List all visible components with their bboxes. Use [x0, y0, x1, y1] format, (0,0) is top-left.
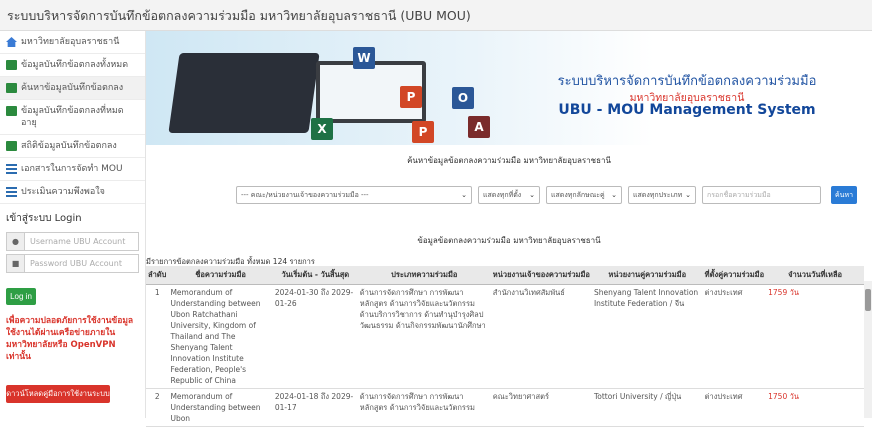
sidebar-item-all-mou[interactable]: ข้อมูลบันทึกข้อตกลงทั้งหมด	[0, 54, 145, 77]
location-select[interactable]: แสดงทุกที่ตั้ง ⌄	[478, 186, 540, 204]
outlook-icon: O	[452, 87, 474, 109]
table-row[interactable]: 1 Memorandum of Understanding between Ub…	[146, 284, 864, 389]
calendar-icon	[6, 83, 17, 93]
row-number: 1	[146, 284, 169, 389]
search-button[interactable]: ค้นหา	[831, 186, 857, 204]
mou-dates: 2024-01-18 ถึง 2029-01-17	[272, 388, 358, 427]
results-title: ข้อมูลข้อตกลงความร่วมมือ มหาวิทยาลัยอุบล…	[417, 236, 601, 245]
manual-download-button[interactable]: ดาวน์โหลดคู่มือการใช้งานระบบ	[6, 385, 110, 403]
mou-table: ลำดับ ชื่อความร่วมมือ วันเริ่มต้น - วันส…	[146, 266, 864, 427]
sidebar-item-label: สถิติข้อมูลบันทึกข้อตกลง	[21, 141, 117, 151]
sidebar-item-statistics[interactable]: สถิติข้อมูลบันทึกข้อตกลง	[0, 135, 145, 158]
list-icon	[6, 164, 17, 174]
sidebar-item-label: มหาวิทยาลัยอุบลราชธานี	[21, 37, 120, 47]
username-placeholder: Username UBU Account	[30, 237, 126, 246]
username-field[interactable]: ● Username UBU Account	[6, 232, 139, 251]
chevron-down-icon: ⌄	[461, 191, 467, 199]
table-header: ลำดับ ชื่อความร่วมมือ วันเริ่มต้น - วันส…	[146, 266, 864, 285]
banner: W P O X P A ระบบบริหารจัดการบันทึกข้อตกล…	[146, 31, 872, 145]
column-header[interactable]: ที่ตั้งคู่ความร่วมมือ	[702, 266, 767, 285]
column-header[interactable]: วันเริ่มต้น - วันสิ้นสุด	[272, 266, 358, 285]
sidebar-item-search-mou[interactable]: ค้นหาข้อมูลบันทึกข้อตกลง	[0, 77, 145, 100]
partner-type-select[interactable]: แสดงทุกลักษณะคู่ ⌄	[546, 186, 622, 204]
calendar-icon	[6, 60, 17, 70]
banner-title-th: ระบบบริหารจัดการบันทึกข้อตกลงความร่วมมือ	[557, 74, 817, 89]
sidebar-item-label: ข้อมูลบันทึกข้อตกลงทั้งหมด	[21, 60, 129, 70]
password-field[interactable]: ■ Password UBU Account	[6, 254, 139, 273]
chevron-down-icon: ⌄	[529, 191, 535, 199]
banner-title-en: UBU - MOU Management System	[558, 102, 816, 118]
mou-partner: Shenyang Talent Innovation Institute Fed…	[591, 284, 703, 389]
mou-owner: สำนักงานวิเทศสัมพันธ์	[490, 284, 592, 389]
lock-icon: ■	[7, 255, 25, 272]
sidebar-item-label: ค้นหาข้อมูลบันทึกข้อตกลง	[21, 83, 124, 93]
mou-types: ด้านการจัดการศึกษา การพัฒนาหลักสูตร ด้าน…	[357, 388, 491, 427]
sidebar-item-documents[interactable]: เอกสารในการจัดทำ MOU	[0, 158, 145, 181]
column-header[interactable]: จำนวนวันที่เหลือ	[766, 266, 864, 285]
mou-days-left: 1759 วัน	[766, 284, 864, 389]
mou-days-left: 1750 วัน	[766, 388, 864, 427]
calendar-icon	[6, 141, 17, 151]
document-icon: A	[468, 116, 490, 138]
excel-icon: X	[311, 118, 333, 140]
sidebar-item-expired-mou[interactable]: ข้อมูลบันทึกข้อตกลงที่หมดอายุ	[0, 100, 145, 135]
mou-dates: 2024-01-30 ถึง 2029-01-26	[272, 284, 358, 389]
row-number: 2	[146, 388, 169, 427]
agency-select-value: --- คณะ/หน่วยงานเจ้าของความร่วมมือ ---	[241, 190, 369, 199]
login-button[interactable]: Log in	[6, 288, 36, 305]
column-header[interactable]: หน่วยงานคู่ความร่วมมือ	[591, 266, 703, 285]
sidebar-item-satisfaction[interactable]: ประเมินความพึงพอใจ	[0, 181, 145, 204]
mou-partner: Tottori University / ญี่ปุ่น	[591, 388, 703, 427]
password-placeholder: Password UBU Account	[30, 259, 122, 268]
column-header[interactable]: ประเภทความร่วมมือ	[357, 266, 491, 285]
column-header[interactable]: ลำดับ	[146, 266, 169, 285]
list-icon	[6, 187, 17, 197]
powerpoint-icon: P	[400, 86, 422, 108]
mou-location: ต่างประเทศ	[702, 388, 767, 427]
word-icon: W	[353, 47, 375, 69]
sidebar-item-label: ประเมินความพึงพอใจ	[21, 187, 105, 197]
window-title: ระบบบริหารจัดการบันทึกข้อตกลงความร่วมมือ…	[0, 0, 872, 31]
cooperation-type-select-value: แสดงทุกประเภท	[633, 190, 683, 199]
column-header[interactable]: ชื่อความร่วมมือ	[168, 266, 273, 285]
laptop-illustration	[168, 53, 320, 133]
mou-name: Memorandum of Understanding between Ubon	[168, 388, 273, 427]
partner-type-select-value: แสดงทุกลักษณะคู่	[551, 190, 605, 199]
mou-owner: คณะวิทยาศาสตร์	[490, 388, 592, 427]
column-header[interactable]: หน่วยงานเจ้าของความร่วมมือ	[490, 266, 592, 285]
user-icon: ●	[7, 233, 25, 250]
calendar-icon	[6, 106, 17, 116]
location-select-value: แสดงทุกที่ตั้ง	[483, 190, 522, 199]
mou-location: ต่างประเทศ	[702, 284, 767, 389]
chevron-down-icon: ⌄	[611, 191, 617, 199]
chevron-down-icon: ⌄	[685, 191, 691, 199]
mou-types: ด้านการจัดการศึกษา การพัฒนาหลักสูตร ด้าน…	[357, 284, 491, 389]
cooperation-type-select[interactable]: แสดงทุกประเภท ⌄	[628, 186, 696, 204]
keyword-placeholder: กรอกชื่อความร่วมมือ	[707, 190, 771, 199]
sidebar-item-label: เอกสารในการจัดทำ MOU	[21, 164, 123, 174]
mou-name: Memorandum of Understanding between Ubon…	[168, 284, 273, 389]
table-row[interactable]: 2 Memorandum of Understanding between Ub…	[146, 388, 864, 427]
main-content: W P O X P A ระบบบริหารจัดการบันทึกข้อตกล…	[146, 31, 872, 427]
sidebar: มหาวิทยาลัยอุบลราชธานี ข้อมูลบันทึกข้อตก…	[0, 31, 146, 418]
agency-select[interactable]: --- คณะ/หน่วยงานเจ้าของความร่วมมือ --- ⌄	[236, 186, 472, 204]
keyword-input[interactable]: กรอกชื่อความร่วมมือ	[702, 186, 821, 204]
search-title: ค้นหาข้อมูลข้อตกลงความร่วมมือ มหาวิทยาลั…	[407, 156, 611, 165]
sidebar-item-label: ข้อมูลบันทึกข้อตกลงที่หมดอายุ	[21, 106, 124, 128]
vpn-warning: เพื่อความปลอดภัยการใช้งานข้อมูล ใช้งานได…	[6, 316, 134, 362]
home-icon	[6, 37, 17, 47]
table-scrollbar[interactable]	[864, 281, 872, 418]
login-title: เข้าสู่ระบบ Login	[6, 213, 82, 224]
sidebar-item-home[interactable]: มหาวิทยาลัยอุบลราชธานี	[0, 31, 145, 54]
search-filters: --- คณะ/หน่วยงานเจ้าของความร่วมมือ --- ⌄…	[236, 186, 857, 204]
scrollbar-thumb[interactable]	[865, 289, 871, 311]
powerpoint-icon: P	[412, 121, 434, 143]
